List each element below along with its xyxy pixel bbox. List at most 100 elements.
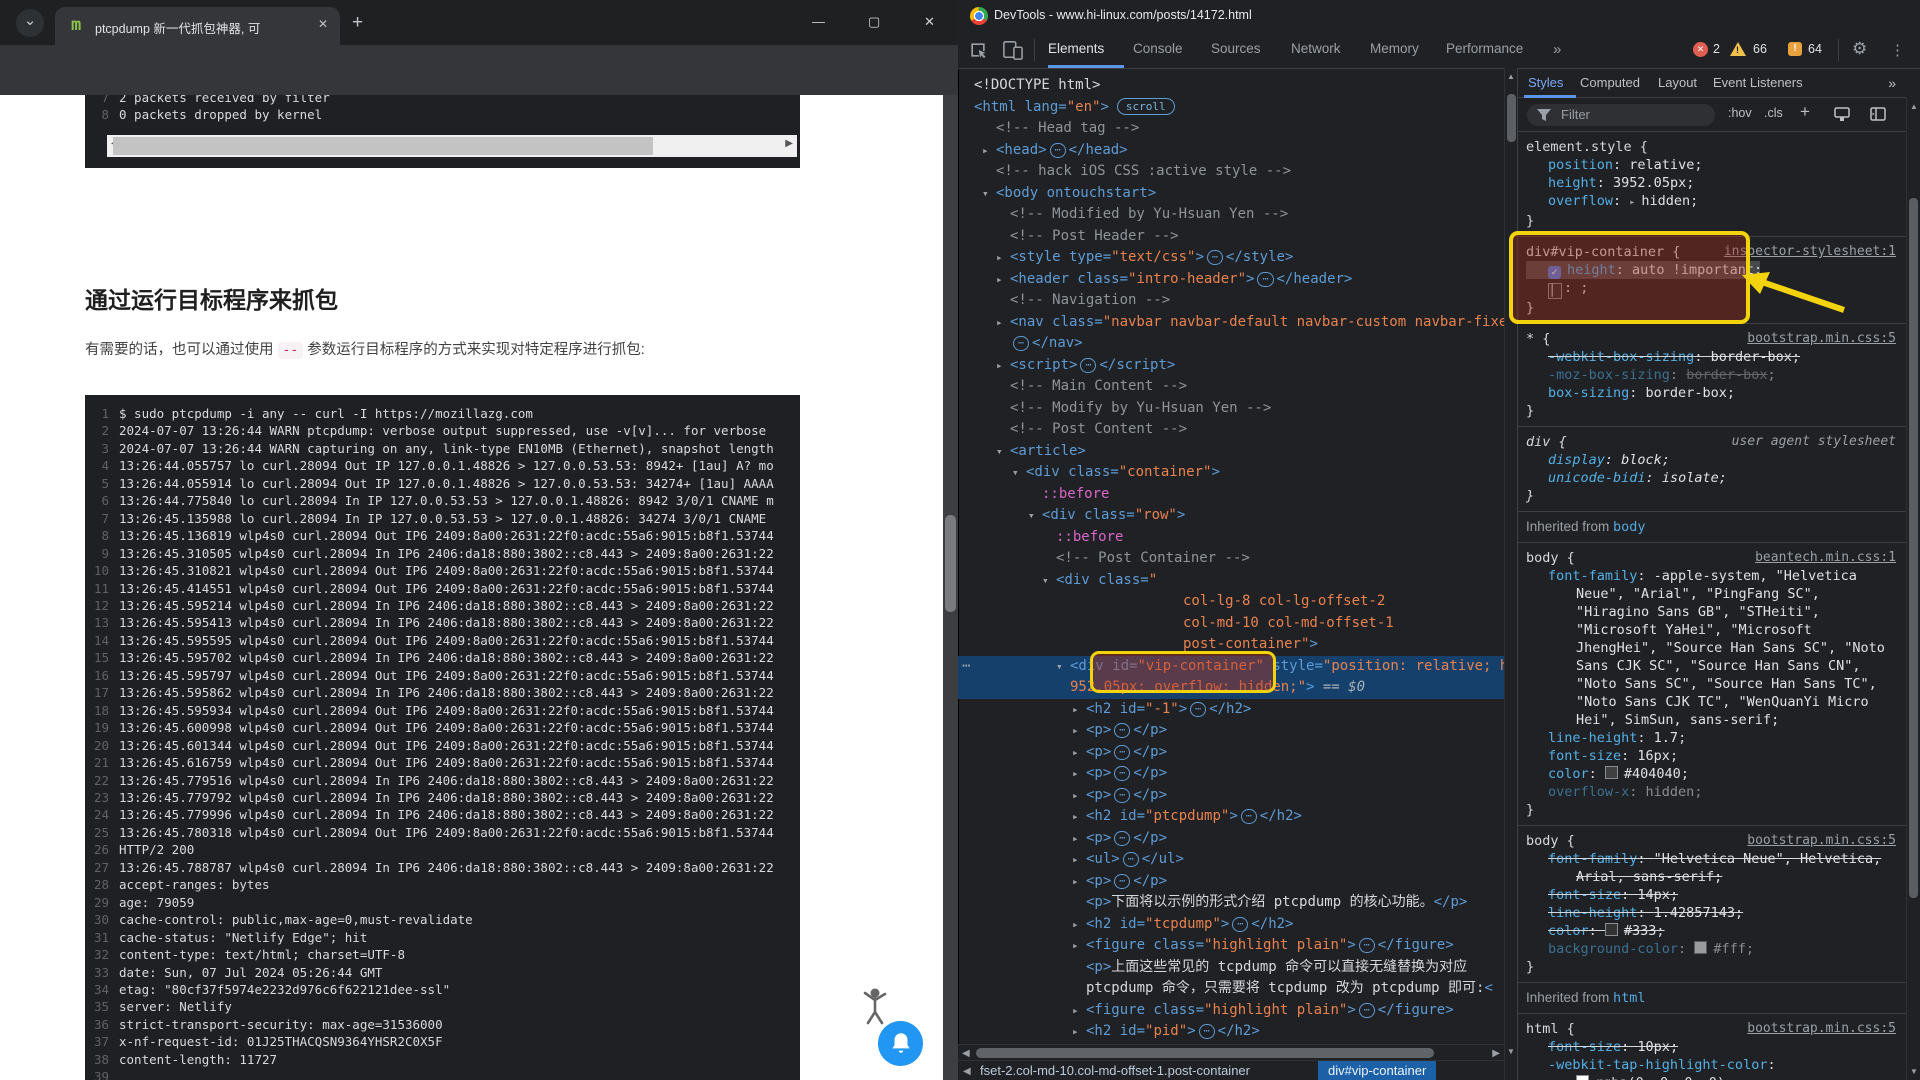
issues-count[interactable]: 64 bbox=[1808, 42, 1822, 56]
sidebar-tab-layout[interactable]: Layout bbox=[1658, 75, 1697, 90]
dom-tree-row[interactable]: ⋯</nav> bbox=[958, 333, 1504, 355]
css-rule[interactable]: body {beantech.min.css:1font-family: -ap… bbox=[1518, 543, 1906, 826]
scrollbar-thumb[interactable] bbox=[1909, 198, 1918, 898]
tab-search-icon[interactable]: ⌄ bbox=[16, 9, 44, 37]
back-to-top-person-icon[interactable] bbox=[858, 985, 892, 1025]
dom-tree-row[interactable]: ▸<h2 id="-1">⋯</h2> bbox=[958, 699, 1504, 721]
close-button[interactable]: ✕ bbox=[924, 14, 935, 30]
css-declaration[interactable]: line-height: 1.7; bbox=[1526, 729, 1898, 747]
css-declaration[interactable]: color: #404040; bbox=[1526, 765, 1898, 783]
devtools-tab-network[interactable]: Network bbox=[1291, 41, 1341, 56]
error-count[interactable]: 2 bbox=[1713, 42, 1720, 56]
dom-tree-row[interactable]: <!-- Post Header --> bbox=[958, 226, 1504, 248]
css-rule[interactable]: html {bootstrap.min.css:5font-size: 10px… bbox=[1518, 1014, 1906, 1080]
dom-tree-row[interactable]: col-lg-8 col-lg-offset-2 bbox=[958, 591, 1504, 613]
devtools-menu-icon[interactable]: ⋮ bbox=[1890, 41, 1905, 59]
settings-gear-icon[interactable]: ⚙ bbox=[1852, 39, 1867, 59]
code-hscrollbar[interactable]: ◀ ▶ bbox=[107, 135, 797, 157]
css-declaration[interactable]: color: #333; bbox=[1526, 922, 1898, 940]
css-declaration[interactable]: "Noto Sans CJK TC", "WenQuanYi Micro bbox=[1526, 693, 1898, 711]
tab-close-icon[interactable]: ✕ bbox=[318, 17, 328, 31]
devtools-tab-elements[interactable]: Elements bbox=[1048, 41, 1104, 56]
scrollbar-thumb[interactable] bbox=[945, 515, 956, 612]
dom-tree-row[interactable]: ▸<ul>⋯</ul> bbox=[958, 849, 1504, 871]
stylesheet-source-link[interactable]: bootstrap.min.css:5 bbox=[1747, 833, 1896, 848]
css-declaration[interactable]: "Hiragino Sans GB", "STHeiti", bbox=[1526, 603, 1898, 621]
dom-tree-row[interactable]: <!-- Main Content --> bbox=[958, 376, 1504, 398]
dom-tree-row[interactable]: col-md-10 col-md-offset-1 bbox=[958, 613, 1504, 635]
css-declaration[interactable]: Hei", SimSun, sans-serif; bbox=[1526, 711, 1898, 729]
styles-scrollbar[interactable]: ▲ ▼ bbox=[1906, 98, 1920, 1080]
dom-tree-row[interactable]: <!-- Post Container --> bbox=[958, 548, 1504, 570]
elements-hscrollbar[interactable]: ◀ ▶ bbox=[958, 1044, 1504, 1061]
notification-bell-button[interactable] bbox=[878, 1021, 923, 1066]
pseudo-state-toggle[interactable]: :hov bbox=[1728, 106, 1752, 120]
dom-tree-row[interactable]: ▸<style type="text/css">⋯</style> bbox=[958, 247, 1504, 269]
css-declaration[interactable]: unicode-bidi: isolate; bbox=[1526, 469, 1898, 487]
dom-tree-row[interactable]: <html lang="en">scroll bbox=[958, 97, 1504, 119]
browser-tab[interactable]: m ptcpdump 新一代抓包神器, 可 ✕ bbox=[55, 7, 340, 45]
stylesheet-source-link[interactable]: bootstrap.min.css:5 bbox=[1747, 331, 1896, 346]
new-tab-button[interactable]: + bbox=[352, 12, 363, 34]
css-declaration[interactable]: height: 3952.05px; bbox=[1526, 174, 1898, 192]
page-scrollbar[interactable] bbox=[943, 95, 958, 1080]
dom-tree-row[interactable]: ::before bbox=[958, 484, 1504, 506]
css-declaration[interactable]: box-sizing: border-box; bbox=[1526, 384, 1898, 402]
css-declaration[interactable]: JhengHei", "Source Han Sans SC", "Noto bbox=[1526, 639, 1898, 657]
dom-tree-row[interactable]: <!-- Modified by Yu-Hsuan Yen --> bbox=[958, 204, 1504, 226]
breadcrumb-selected-item[interactable]: div#vip-container bbox=[1318, 1061, 1436, 1080]
dom-tree-row[interactable]: <p>上面这些常见的 tcpdump 命令可以直接无缝替换为对应 bbox=[958, 957, 1504, 979]
css-declaration[interactable]: Arial, sans-serif; bbox=[1526, 868, 1898, 886]
css-declaration[interactable]: line-height: 1.42857143; bbox=[1526, 904, 1898, 922]
css-declaration[interactable]: position: relative; bbox=[1526, 156, 1898, 174]
styles-filter-input[interactable]: Filter bbox=[1527, 104, 1715, 126]
scrollbar-thumb[interactable] bbox=[976, 1048, 1434, 1058]
inspect-element-icon[interactable] bbox=[968, 40, 988, 60]
dom-tree-row[interactable]: ▾<article> bbox=[958, 441, 1504, 463]
css-declaration[interactable]: background-color: #fff; bbox=[1526, 940, 1898, 958]
dom-tree-row[interactable]: <!DOCTYPE html> bbox=[958, 75, 1504, 97]
css-declaration[interactable]: overflow: ▸ hidden; bbox=[1526, 192, 1898, 212]
css-declaration[interactable]: display: block; bbox=[1526, 451, 1898, 469]
warning-count[interactable]: 66 bbox=[1753, 42, 1767, 56]
css-declaration[interactable]: "Microsoft YaHei", "Microsoft bbox=[1526, 621, 1898, 639]
devtools-tab-console[interactable]: Console bbox=[1133, 41, 1183, 56]
css-rule[interactable]: * {bootstrap.min.css:5-webkit-box-sizing… bbox=[1518, 324, 1906, 427]
dom-tree-row[interactable]: ▸<h2 id="tcpdump">⋯</h2> bbox=[958, 914, 1504, 936]
css-declaration[interactable]: -webkit-box-sizing: border-box; bbox=[1526, 348, 1898, 366]
sidebar-tab-styles[interactable]: Styles bbox=[1528, 75, 1563, 90]
css-declaration[interactable]: -webkit-tap-highlight-color: bbox=[1526, 1056, 1898, 1074]
dom-tree-row[interactable]: ▸<h2 id="pid">⋯</h2> bbox=[958, 1021, 1504, 1043]
more-tabs-icon[interactable]: » bbox=[1553, 41, 1561, 58]
dom-tree-row[interactable]: ▸<p>⋯</p> bbox=[958, 742, 1504, 764]
dom-tree-row[interactable]: ▾<body ontouchstart> bbox=[958, 183, 1504, 205]
css-declaration[interactable]: font-size: 14px; bbox=[1526, 886, 1898, 904]
devtools-tab-sources[interactable]: Sources bbox=[1211, 41, 1261, 56]
css-declaration[interactable]: font-size: 16px; bbox=[1526, 747, 1898, 765]
css-declaration[interactable]: overflow-x: hidden; bbox=[1526, 783, 1898, 801]
sidebar-tab-computed[interactable]: Computed bbox=[1580, 75, 1640, 90]
dom-tree-row[interactable]: ::before bbox=[958, 527, 1504, 549]
error-icon[interactable]: ✕ bbox=[1693, 42, 1708, 57]
css-rule[interactable]: element.style {position: relative;height… bbox=[1518, 132, 1906, 237]
dom-tree-row[interactable]: <!-- Head tag --> bbox=[958, 118, 1504, 140]
css-declaration[interactable]: font-family: "Helvetica Neue", Helvetica… bbox=[1526, 850, 1898, 868]
dom-tree-row[interactable]: ptcpdump 命令，只需要将 tcpdump 改为 ptcpdump 即可:… bbox=[958, 978, 1504, 1000]
device-toolbar-icon[interactable] bbox=[1002, 40, 1024, 60]
scrollbar-thumb[interactable] bbox=[1507, 94, 1516, 142]
dom-tree-row[interactable]: <!-- Post Content --> bbox=[958, 419, 1504, 441]
devtools-tab-memory[interactable]: Memory bbox=[1370, 41, 1419, 56]
dom-tree-row[interactable]: ▾<div class="row"> bbox=[958, 505, 1504, 527]
breadcrumb-scroll-left-icon[interactable]: ◀ bbox=[963, 1066, 971, 1077]
maximize-button[interactable]: ▢ bbox=[868, 14, 880, 30]
breadcrumb-item[interactable]: fset-2.col-md-10.col-md-offset-1.post-co… bbox=[980, 1063, 1250, 1078]
minimize-button[interactable]: — bbox=[812, 14, 825, 29]
dom-tree-row[interactable]: <!-- Modify by Yu-Hsuan Yen --> bbox=[958, 398, 1504, 420]
dom-tree-row[interactable]: ▸<nav class="navbar navbar-default navba… bbox=[958, 312, 1504, 334]
css-rule[interactable]: div {user agent stylesheetdisplay: block… bbox=[1518, 427, 1906, 512]
css-rule[interactable]: body {bootstrap.min.css:5font-family: "H… bbox=[1518, 826, 1906, 983]
css-declaration[interactable]: Neue", "Arial", "PingFang SC", bbox=[1526, 585, 1898, 603]
css-declaration[interactable]: Sans CJK SC", "Source Han Sans CN", bbox=[1526, 657, 1898, 675]
dom-tree-row[interactable]: ▸<p>⋯</p> bbox=[958, 828, 1504, 850]
css-declaration[interactable]: -moz-box-sizing: border-box; bbox=[1526, 366, 1898, 384]
